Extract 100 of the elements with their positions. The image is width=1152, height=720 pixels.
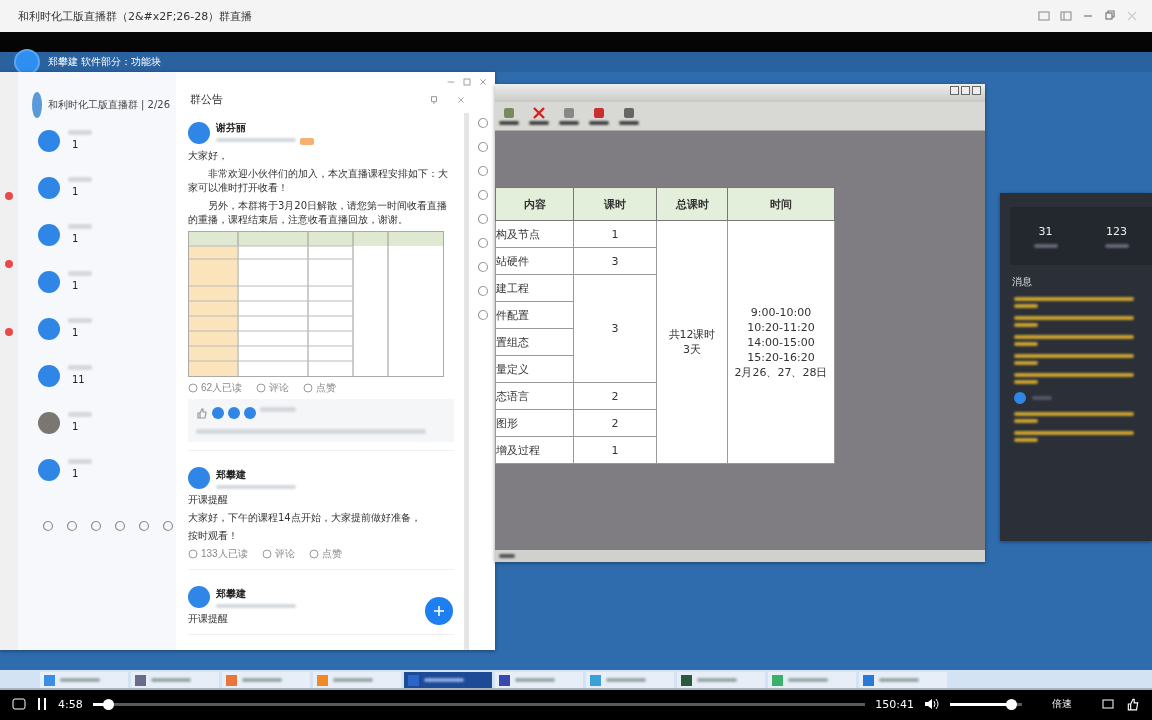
maximize-icon[interactable] [463,78,471,86]
taskbar-item[interactable] [677,672,765,688]
contact-item[interactable]: 1 [18,218,176,265]
table-cell: 量定义 [495,355,574,383]
avatar-circle [38,318,60,340]
restore-icon[interactable] [1104,10,1116,22]
post-action[interactable]: 133人已读 [188,547,248,561]
taskbar-item[interactable] [404,672,492,688]
tool-icon [622,107,636,119]
contact-item[interactable]: 1 [18,171,176,218]
folder-icon[interactable] [162,520,174,532]
blurred-text [68,459,92,464]
emoji-icon[interactable] [42,520,54,532]
scissors-icon[interactable] [114,520,126,532]
post-action[interactable]: 评论 [256,381,290,395]
toolbar-button[interactable] [619,107,639,125]
volume-thumb[interactable] [1006,698,1018,710]
volume-button[interactable] [924,697,940,711]
sidebar-icon[interactable] [1060,10,1072,22]
sidebar-tool-icon[interactable] [477,237,489,249]
contact-count: 1 [71,468,80,479]
avatar-circle [188,122,210,144]
contact-item[interactable]: 1 [18,265,176,312]
contact-item[interactable]: 1 [18,124,176,171]
blurred-text [68,271,92,276]
post-text: 大家好， [188,149,229,163]
progress-thumb[interactable] [103,698,115,710]
sidebar-tool-icon[interactable] [477,117,489,129]
sidebar-tool-icon[interactable] [477,141,489,153]
column-header: 内容 [495,187,574,221]
pin-icon[interactable] [429,94,439,105]
sidebar-tool-icon[interactable] [477,213,489,225]
contact-item[interactable]: 1 [18,406,176,453]
toolbar-button[interactable] [529,107,549,125]
toolbar-button[interactable] [589,107,609,125]
action-icon [256,383,267,393]
avatar-circle [38,177,60,199]
action-icon [188,383,198,393]
contact-item[interactable]: 1 [18,312,176,359]
taskbar-item[interactable] [40,672,128,688]
fullscreen-button[interactable] [1102,698,1116,710]
action-icon [261,549,272,559]
sidebar-tool-icon[interactable] [477,261,489,273]
toolbar-button[interactable] [499,107,519,125]
gear-icon[interactable] [138,520,150,532]
minimize-icon[interactable] [950,86,959,95]
contact-count: 11 [71,374,86,385]
unread-dot [5,328,13,336]
contact-item[interactable]: 1 [18,453,176,500]
column-header: 总课时 [656,187,728,221]
maximize-icon[interactable] [961,86,970,95]
danmaku-toggle[interactable] [12,698,26,710]
toolbar-button[interactable] [559,107,579,125]
column-header: 课时 [573,187,657,221]
action-icon [308,549,319,559]
screenshot-icon[interactable] [66,520,78,532]
blurred-text [68,318,92,323]
blurred-text [68,130,92,135]
photo-placeholder [38,412,60,434]
stat-number: 31 [1038,224,1053,238]
screen-icon [1102,698,1116,710]
taskbar-item[interactable] [495,672,583,688]
thumb-icon[interactable] [90,520,102,532]
table-cell: 9:00-10:00 10:20-11:20 14:00-15:00 15:20-16:20 2月26、27、28日 [727,220,835,464]
close-icon[interactable] [457,95,465,104]
scrollbar[interactable] [464,113,469,650]
close-icon[interactable] [479,78,487,86]
sidebar-tool-icon[interactable] [477,285,489,297]
group-avatar [32,92,42,118]
post-text: 按时观看！ [188,529,239,543]
like-button[interactable] [1126,697,1140,711]
taskbar-item[interactable] [131,672,219,688]
table-cell: 图形 [495,409,574,437]
sidebar-tool-icon[interactable] [477,189,489,201]
post-action[interactable]: 点赞 [303,381,337,395]
post-action[interactable]: 评论 [261,547,295,561]
speed-button[interactable]: 倍速 [1052,697,1072,711]
table-cell: 件配置 [495,301,574,329]
avatar-circle [38,365,60,387]
screen-icon[interactable] [1038,10,1050,22]
post-action[interactable]: 62人已读 [188,381,243,395]
blurred-text [68,177,92,182]
contact-count: 1 [71,421,80,432]
contact-item[interactable]: 11 [18,359,176,406]
avatar-circle [38,130,60,152]
table-cell: 站硬件 [495,247,574,275]
sidebar-tool-icon[interactable] [477,165,489,177]
contact-count: 1 [71,280,80,291]
author-name: 郑攀建 [216,586,247,601]
post-action[interactable]: 点赞 [308,547,342,561]
plus-icon [433,605,445,617]
contact-count: 1 [71,186,80,197]
pause-button[interactable] [36,697,48,711]
avatar-circle [188,586,210,608]
contact-count: 1 [71,139,80,150]
sidebar-tool-icon[interactable] [477,309,489,321]
taskbar-item[interactable] [859,672,947,688]
stat-number: 123 [1106,224,1127,238]
duration-time: 150:41 [875,697,914,711]
close-icon[interactable] [972,86,981,95]
